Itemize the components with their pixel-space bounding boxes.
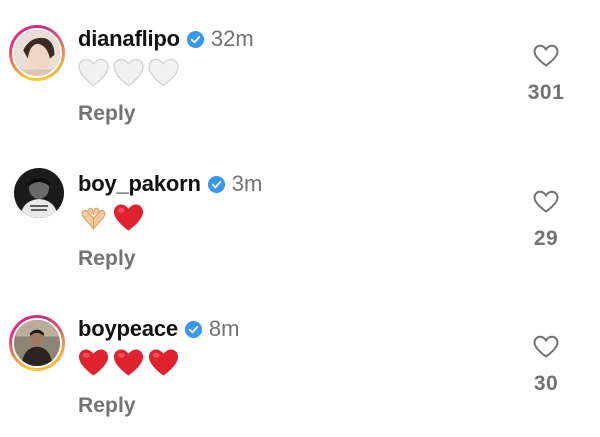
red-heart-icon [78,348,109,378]
white-heart-icon [113,58,144,88]
avatar[interactable] [9,315,65,371]
comment-item: boypeace 8m Reply 30 [0,290,600,430]
like-count: 30 [533,372,559,395]
timestamp: 8m [208,316,240,341]
timestamp: 3m [231,171,263,196]
comment-item: boy_pakorn 3m Reply 29 [0,145,600,285]
reply-button[interactable]: Reply [78,394,136,418]
comment-item: dianaflipo 32m Reply 301 [0,0,600,140]
avatar[interactable] [9,25,65,81]
comment-text [78,203,144,233]
heart-outline-icon[interactable] [533,335,559,359]
heart-outline-icon[interactable] [533,190,559,214]
red-heart-icon [113,348,144,378]
white-heart-icon [148,58,179,88]
heart-hands-icon [78,203,109,233]
timestamp: 32m [210,26,254,51]
comment-text [78,58,179,88]
verified-badge-icon [184,320,203,339]
heart-outline-icon[interactable] [533,44,559,68]
reply-button[interactable]: Reply [78,247,136,271]
white-heart-icon [78,58,109,88]
like-count: 29 [533,227,559,250]
profile-photo-icon [14,320,60,366]
username[interactable]: boypeace [78,316,178,342]
verified-badge-icon [186,30,205,49]
profile-photo-icon [14,30,60,76]
red-heart-icon [148,348,179,378]
like-count: 301 [527,81,565,104]
profile-photo-icon [14,168,64,218]
username[interactable]: dianaflipo [78,26,180,52]
username[interactable]: boy_pakorn [78,171,201,197]
reply-button[interactable]: Reply [78,102,136,126]
avatar[interactable] [14,168,64,218]
comment-text [78,348,179,378]
red-heart-icon [113,203,144,233]
verified-badge-icon [207,175,226,194]
